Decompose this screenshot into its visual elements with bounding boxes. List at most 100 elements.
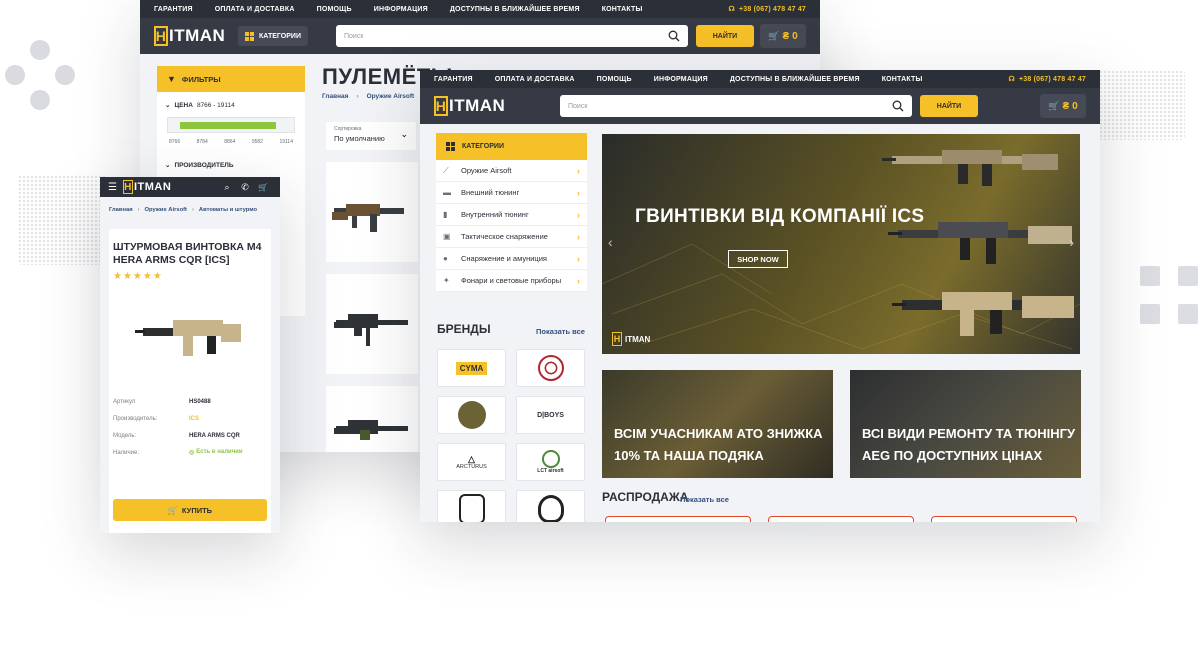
promo-tile-ato[interactable]: Всім учасникам АТО знижка 10% та наша по… — [602, 370, 833, 478]
buy-button[interactable]: 🛒 Купить — [113, 499, 267, 521]
flashlight-icon: ✦ — [443, 276, 450, 285]
top-link-help[interactable]: Помощь — [597, 76, 632, 83]
product-card: Штурмовая винтовка M4 HERA ARMS CQR [ICS… — [109, 229, 271, 533]
category-item[interactable]: ▬ Внешний тюнинг › — [436, 182, 587, 204]
prev-slide-arrow[interactable]: ‹ — [608, 234, 613, 250]
search-button[interactable]: Найти — [920, 95, 978, 117]
cart-button[interactable]: 🛒 ₴ 0 — [760, 24, 806, 48]
search-input[interactable]: Поиск — [335, 25, 688, 47]
machine-gun-image — [334, 420, 408, 440]
machine-gun-image — [332, 204, 404, 232]
logo-badge-icon: H — [612, 332, 622, 346]
scope-icon: ▬ — [443, 188, 451, 197]
search-input[interactable]: Поиск — [560, 95, 912, 117]
funnel-icon: ▼ — [167, 74, 176, 84]
category-item[interactable]: ● Снаряжение и амуниция › — [436, 248, 587, 270]
sale-title: Распродажа — [602, 490, 689, 504]
category-item[interactable]: ✦ Фонари и световые приборы › — [436, 270, 587, 292]
shop-now-button[interactable]: Shop now — [728, 250, 788, 268]
next-slide-arrow[interactable]: › — [1069, 234, 1074, 250]
chevron-right-icon: › — [577, 209, 580, 220]
logo[interactable]: H ITMAN — [434, 96, 524, 116]
filters-header: ▼ Фильтры — [157, 66, 305, 92]
hero-title: Гвинтівки від компанії ICS — [635, 206, 925, 227]
hamburger-icon[interactable]: ☰ — [108, 182, 117, 193]
product-image — [135, 320, 241, 356]
promo-tile-repair[interactable]: Всі види ремонту та тюнінгу AEG по досту… — [850, 370, 1081, 478]
phone-link[interactable]: ☊ +38 (067) 478 47 47 — [728, 5, 806, 14]
spec-row: Модель: HERA ARMS CQR — [113, 432, 240, 439]
home-page-window: Гарантия Оплата и доставка Помощь Информ… — [420, 70, 1100, 522]
phone-link[interactable]: ☊ +38 (067) 478 47 47 — [1008, 75, 1086, 84]
sale-show-all-link[interactable]: Показать все — [680, 495, 729, 504]
sale-card[interactable] — [605, 516, 751, 522]
headset-icon: ☊ — [1008, 76, 1015, 83]
promo-repair-title: Всі види ремонту та тюнінгу — [862, 426, 1076, 441]
search-button[interactable]: Найти — [695, 25, 754, 47]
decor-dots-left — [0, 38, 80, 118]
categories-header[interactable]: Категории — [436, 133, 587, 160]
brand-logo[interactable] — [516, 349, 585, 387]
brand-logo[interactable]: △ ARCTURUS — [437, 443, 506, 481]
top-link-delivery[interactable]: Оплата и доставка — [495, 76, 575, 83]
brand-logo[interactable]: LCT airsoft — [516, 443, 585, 481]
manufacturer-filter-toggle[interactable]: ⌄ Производитель — [157, 145, 305, 170]
top-link-delivery[interactable]: Оплата и доставка — [215, 6, 295, 13]
sale-card[interactable] — [768, 516, 914, 522]
brand-logo[interactable]: D|BOYS — [516, 396, 585, 434]
sort-select[interactable]: Сортировка По умолчанию ⌄ — [326, 122, 416, 150]
grid-icon — [446, 142, 455, 151]
categories-button[interactable]: Категории — [238, 26, 308, 46]
logo[interactable]: H ITMAN — [154, 26, 234, 46]
phone-icon[interactable]: ✆ — [236, 182, 254, 193]
category-item[interactable]: ▮ Внутренний тюнинг › — [436, 204, 587, 226]
top-link-contacts[interactable]: Контакты — [882, 76, 923, 83]
product-card[interactable] — [326, 162, 418, 262]
top-link-guarantee[interactable]: Гарантия — [434, 76, 473, 83]
top-link-info[interactable]: Информация — [374, 6, 428, 13]
top-link-contacts[interactable]: Контакты — [602, 6, 643, 13]
rifle-image — [882, 150, 1058, 186]
category-item[interactable]: ⟋ Оружие Airsoft › — [436, 160, 587, 182]
top-link-info[interactable]: Информация — [654, 76, 708, 83]
cart-button[interactable]: 🛒 ₴ 0 — [1040, 94, 1086, 118]
product-card[interactable] — [326, 386, 418, 452]
decor-noise-right — [1095, 70, 1185, 140]
shield-logo-icon — [541, 450, 560, 468]
brand-logo[interactable] — [516, 490, 585, 522]
sa-logo-icon — [458, 494, 485, 522]
rating-stars: ★★★★★ — [113, 271, 163, 282]
promo-ato-subtitle: 10% та наша подяка — [614, 448, 764, 463]
cart-icon: 🛒 — [167, 505, 178, 515]
cart-icon[interactable]: 🛒 — [254, 183, 272, 192]
top-link-coming-soon[interactable]: Доступны в ближайшее время — [730, 76, 860, 83]
headset-icon: ☊ — [728, 6, 735, 13]
brand-logo[interactable] — [437, 396, 506, 434]
product-card[interactable] — [326, 274, 418, 374]
chevron-right-icon: › — [577, 231, 580, 242]
rifle-image — [892, 292, 1074, 336]
hero-banner[interactable]: Гвинтівки від компанії ICS Shop now ‹ › … — [602, 134, 1080, 354]
chevron-right-icon: › — [577, 165, 580, 176]
vest-icon: ▣ — [443, 232, 451, 241]
top-link-coming-soon[interactable]: Доступны в ближайшее время — [450, 6, 580, 13]
category-item[interactable]: ▣ Тактическое снаряжение › — [436, 226, 587, 248]
hero-logo: H ITMAN — [612, 332, 651, 346]
search-icon[interactable]: ⌕ — [218, 182, 236, 193]
chevron-right-icon: › — [577, 275, 580, 286]
brand-logo[interactable]: CYMA — [437, 349, 506, 387]
brand-logo[interactable] — [437, 490, 506, 522]
top-link-guarantee[interactable]: Гарантия — [154, 6, 193, 13]
price-filter-toggle[interactable]: ⌄ Цена 8766 - 19114 — [157, 92, 305, 113]
cart-icon: 🛒 — [768, 30, 780, 41]
rifle-icon: ⟋ — [443, 166, 449, 175]
logo[interactable]: H ITMAN — [122, 180, 171, 194]
price-slider[interactable] — [167, 117, 295, 133]
machine-gun-image — [334, 314, 408, 346]
brands-show-all-link[interactable]: Показать все — [536, 327, 585, 336]
sale-card[interactable] — [931, 516, 1077, 522]
spec-list: Артикул HS0488 Производитель: ICS Модель: H… — [109, 383, 271, 461]
top-link-help[interactable]: Помощь — [317, 6, 352, 13]
spec-row: Производитель: ICS — [113, 415, 200, 422]
magazine-icon: ▮ — [443, 210, 448, 219]
